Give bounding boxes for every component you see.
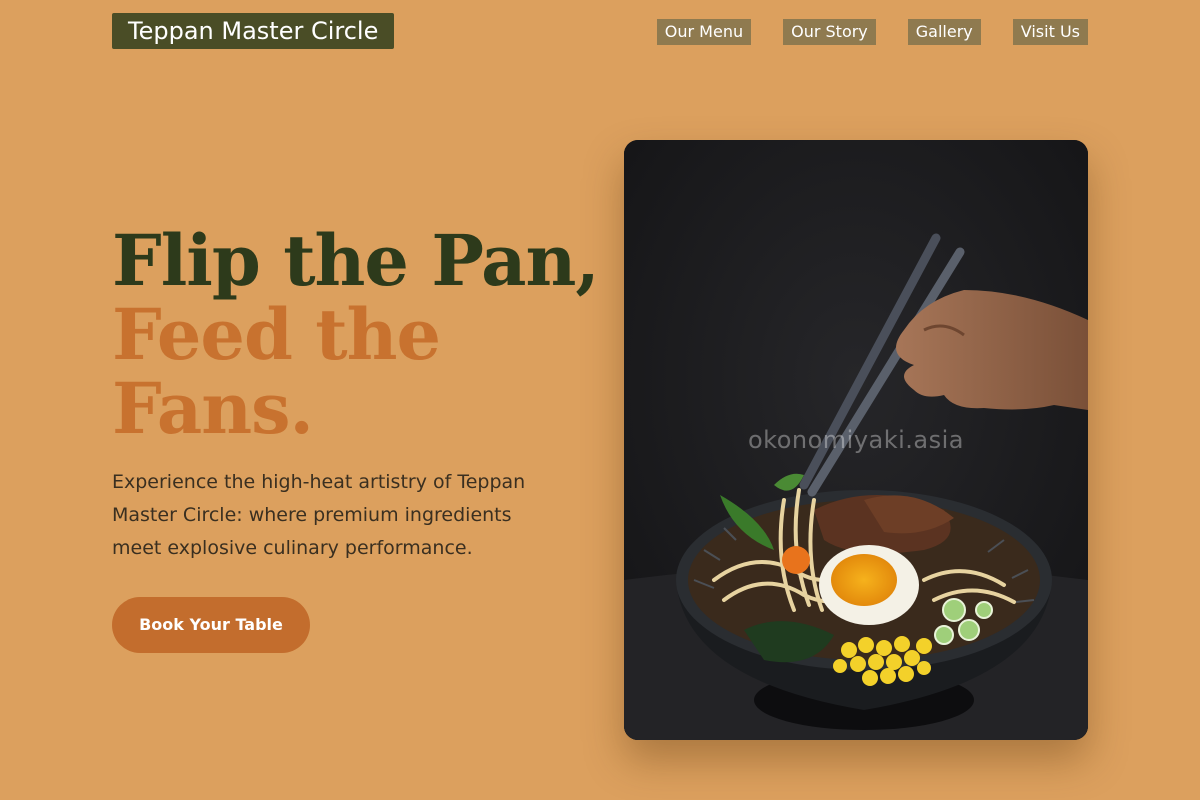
- nav-our-story[interactable]: Our Story: [783, 19, 876, 45]
- hero-title-line-2: Feed the: [112, 293, 441, 376]
- book-table-button[interactable]: Book Your Table: [112, 597, 310, 653]
- hero-title-line-3: Fans.: [112, 367, 314, 450]
- hero-food-image: okonomiyaki.asia: [624, 140, 1088, 740]
- hero-title: Flip the Pan, Feed the Fans.: [112, 219, 600, 450]
- main-nav: Our Menu Our Story Gallery Visit Us: [656, 19, 1088, 45]
- nav-visit-us[interactable]: Visit Us: [1012, 19, 1088, 45]
- nav-our-menu[interactable]: Our Menu: [656, 19, 752, 45]
- image-watermark: okonomiyaki.asia: [747, 426, 965, 454]
- hero-subtitle: Experience the high-heat artistry of Tep…: [112, 471, 526, 559]
- site-logo[interactable]: Teppan Master Circle: [112, 13, 395, 49]
- nav-gallery[interactable]: Gallery: [907, 19, 981, 45]
- page: Teppan Master Circle Our Menu Our Story …: [0, 0, 1200, 800]
- hero-title-line-1: Flip the Pan,: [112, 219, 600, 302]
